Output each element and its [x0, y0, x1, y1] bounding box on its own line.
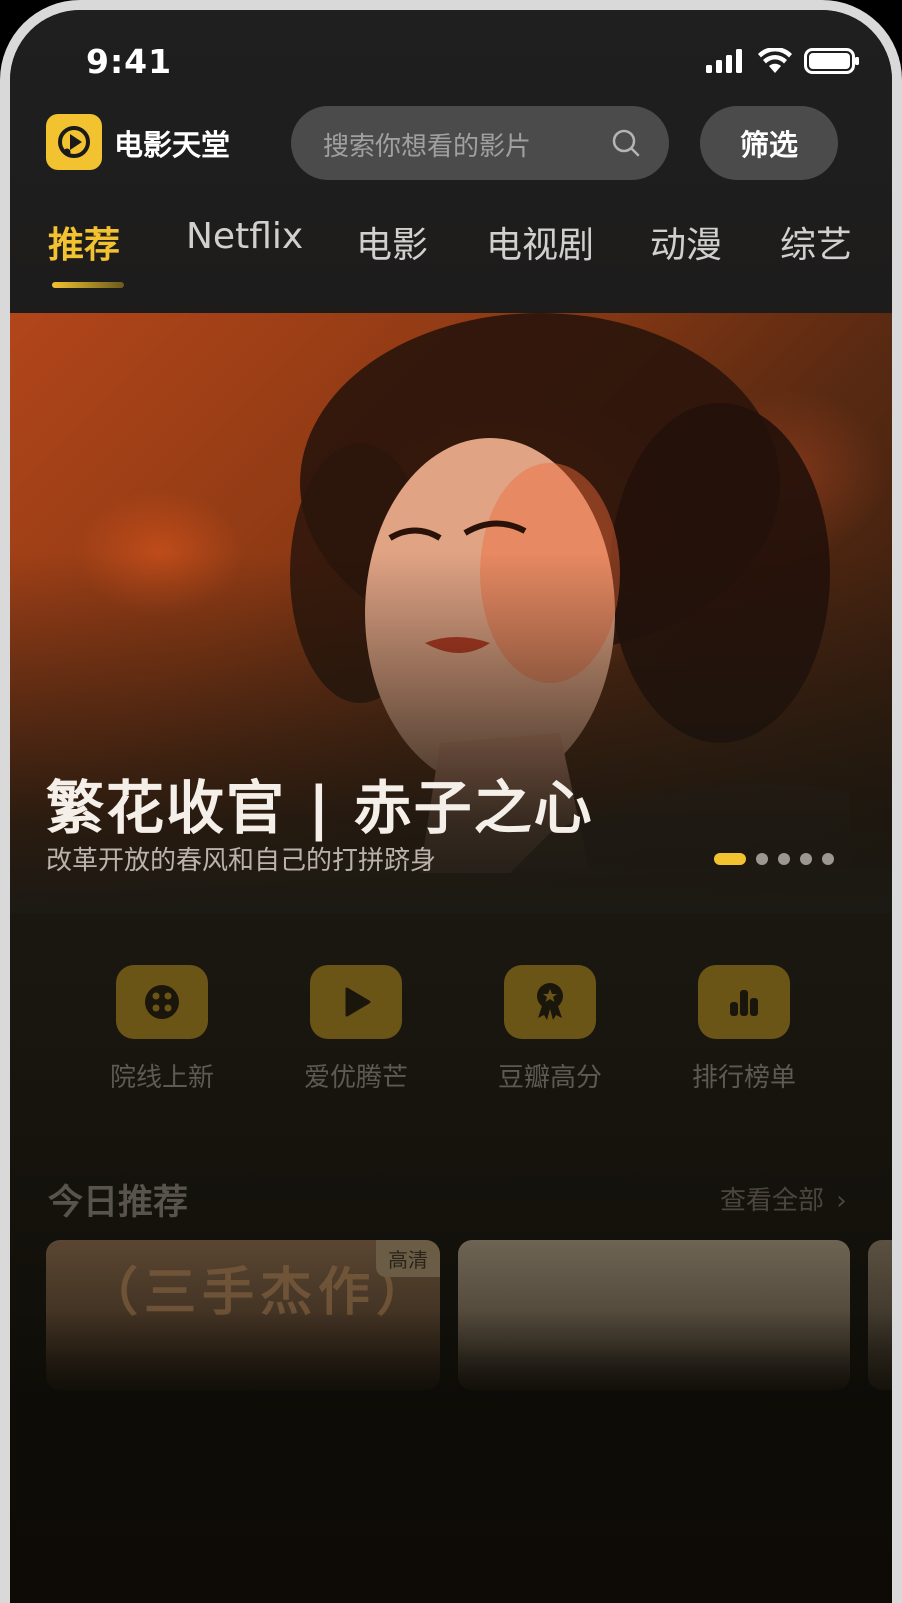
tab-tv-series[interactable]: 电视剧 — [486, 216, 594, 268]
tab-variety[interactable]: 综艺 — [780, 216, 852, 268]
carousel-dot[interactable] — [800, 853, 812, 865]
quick-entry-rankings[interactable]: 排行榜单 — [684, 965, 804, 1094]
app-logo[interactable] — [46, 114, 102, 170]
see-all-label[interactable]: 查看全部 — [720, 1186, 824, 1216]
search-placeholder[interactable]: 搜索你想看的影片 — [323, 126, 531, 163]
signal-icon — [706, 49, 742, 73]
phone: 9:41 电影天堂 搜索你想看的影片 筛选 推荐 Netflix 电影 电视剧 … — [0, 0, 902, 1603]
carousel-dot[interactable] — [778, 853, 790, 865]
section-title-today: 今日推荐 — [48, 1183, 189, 1223]
device-frame: 9:41 电影天堂 搜索你想看的影片 筛选 推荐 Netflix 电影 电视剧 … — [0, 0, 902, 1603]
play-icon — [345, 987, 371, 1017]
quick-entry-label: 爱优腾芒 — [303, 1063, 408, 1093]
carousel-dots — [714, 853, 834, 865]
tab-recommend[interactable]: 推荐 — [48, 216, 120, 268]
award-icon — [537, 983, 563, 1020]
bottom-fade — [10, 1310, 892, 1603]
hero-title: 繁花收官 | 赤子之心 — [46, 774, 594, 842]
quick-entry-streaming[interactable]: 爱优腾芒 — [296, 965, 416, 1094]
tab-netflix[interactable]: Netflix — [186, 216, 303, 257]
film-reel-icon — [145, 985, 179, 1019]
carousel-dot-active[interactable] — [714, 853, 746, 865]
status-icons — [706, 48, 860, 74]
quick-entry-douban[interactable]: 豆瓣高分 — [490, 965, 610, 1094]
battery-icon — [804, 48, 859, 74]
category-tabs: 推荐 Netflix 电影 电视剧 动漫 综艺 — [10, 216, 892, 296]
play-logo-icon — [58, 126, 90, 158]
quick-icon-box — [310, 965, 402, 1039]
quick-entry-new-releases[interactable]: 院线上新 — [102, 965, 222, 1094]
hero-subtitle: 改革开放的春风和自己的打拼跻身 — [46, 846, 437, 876]
quick-icon-box — [116, 965, 208, 1039]
filter-button[interactable]: 筛选 — [700, 106, 838, 180]
tab-indicator — [52, 282, 124, 288]
quick-icon-box — [504, 965, 596, 1039]
bar-chart-icon — [730, 990, 758, 1016]
chevron-right-icon[interactable]: › — [836, 1186, 846, 1216]
search-bar[interactable]: 搜索你想看的影片 — [291, 106, 669, 180]
hero-banner[interactable]: 繁花收官 | 赤子之心 改革开放的春风和自己的打拼跻身 — [10, 313, 892, 913]
search-icon[interactable] — [611, 128, 641, 158]
tab-anime[interactable]: 动漫 — [650, 216, 722, 268]
quick-entries: 院线上新 爱优腾芒 豆瓣高分 排行榜单 — [10, 965, 892, 1105]
tab-movies[interactable]: 电影 — [356, 216, 428, 268]
quick-icon-box — [698, 965, 790, 1039]
see-all-link[interactable]: 查看全部 › — [720, 1180, 847, 1217]
wifi-icon — [758, 48, 792, 73]
quick-entry-label: 豆瓣高分 — [497, 1063, 602, 1093]
quality-badge: 高清 — [376, 1240, 440, 1277]
carousel-dot[interactable] — [756, 853, 768, 865]
carousel-dot[interactable] — [822, 853, 834, 865]
app-name: 电影天堂 — [114, 128, 231, 162]
quick-entry-label: 院线上新 — [109, 1063, 214, 1093]
app-screen: 9:41 电影天堂 搜索你想看的影片 筛选 推荐 Netflix 电影 电视剧 … — [10, 10, 892, 1603]
quick-entry-label: 排行榜单 — [691, 1063, 796, 1093]
status-time: 9:41 — [86, 42, 173, 81]
